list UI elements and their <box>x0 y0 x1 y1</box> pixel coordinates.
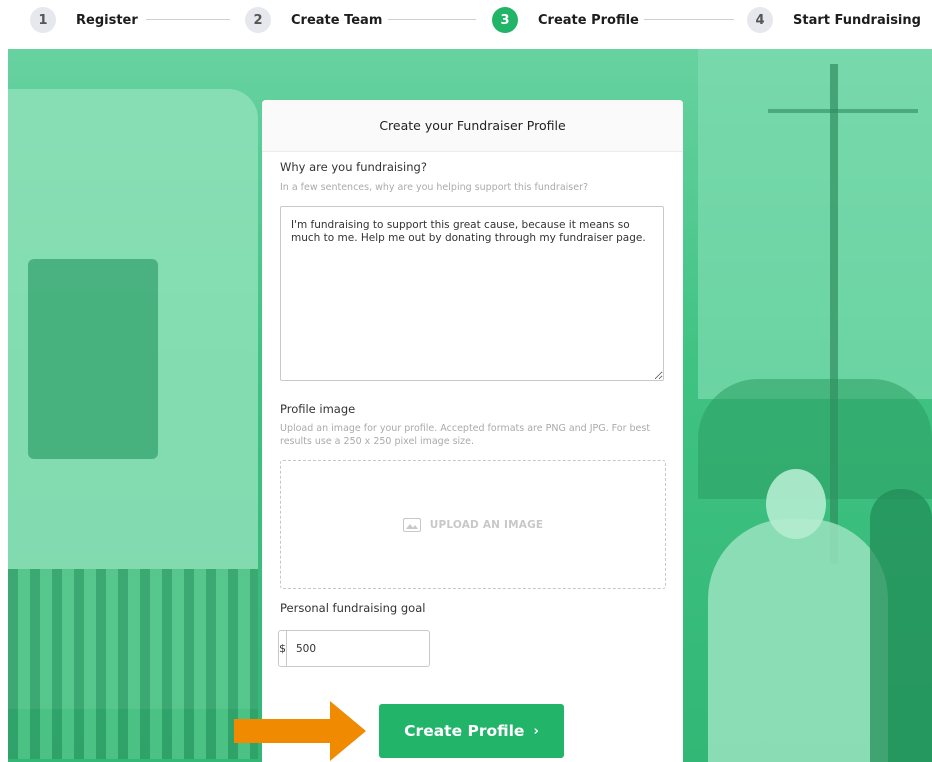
goal-input-group: $ <box>278 630 437 667</box>
background-pole <box>830 64 838 564</box>
step-number: 1 <box>30 7 56 33</box>
background-volunteer <box>708 519 888 762</box>
profile-form-card: Create your Fundraiser Profile Why are y… <box>262 100 683 762</box>
why-label: Why are you fundraising? <box>280 160 427 174</box>
image-icon <box>402 517 421 532</box>
goal-amount-input[interactable] <box>287 631 437 666</box>
goal-label: Personal fundraising goal <box>280 601 426 615</box>
chevron-right-icon: › <box>533 723 539 739</box>
profile-image-label: Profile image <box>280 402 356 416</box>
step-label: Create Team <box>291 12 383 28</box>
step-create-team: 2 Create Team <box>245 7 382 33</box>
form-title: Create your Fundraiser Profile <box>379 118 566 133</box>
background-sky <box>698 49 932 399</box>
step-label: Register <box>76 12 138 28</box>
why-textarea[interactable]: I'm fundraising to support this great ca… <box>280 206 664 381</box>
step-number: 3 <box>492 7 518 33</box>
background-volunteer-head <box>766 469 826 539</box>
step-register: 1 Register <box>30 7 138 33</box>
create-profile-label: Create Profile <box>404 722 525 740</box>
step-connector <box>388 19 476 20</box>
step-number: 2 <box>245 7 271 33</box>
step-label: Start Fundraising <box>793 12 921 28</box>
profile-image-hint: Upload an image for your profile. Accept… <box>280 423 651 447</box>
why-hint: In a few sentences, why are you helping … <box>280 182 589 193</box>
background-crates <box>8 569 258 759</box>
image-upload-dropzone[interactable]: UPLOAD AN IMAGE <box>280 460 666 589</box>
step-connector <box>146 19 230 20</box>
background-volunteer-2 <box>870 489 932 762</box>
step-start-fundraising: 4 Start Fundraising <box>747 7 921 33</box>
upload-label: UPLOAD AN IMAGE <box>429 518 544 531</box>
card-header: Create your Fundraiser Profile <box>262 100 683 152</box>
background-truck-window <box>28 259 158 459</box>
step-label: Create Profile <box>538 12 639 28</box>
progress-stepper: 1 Register 2 Create Team 3 Create Profil… <box>0 0 932 44</box>
step-create-profile: 3 Create Profile <box>492 7 639 33</box>
background-pole-bar <box>768 109 918 113</box>
currency-prefix: $ <box>279 631 287 666</box>
step-number: 4 <box>747 7 773 33</box>
arrow-right-icon <box>234 701 366 761</box>
create-profile-button[interactable]: Create Profile › <box>379 704 564 758</box>
step-connector <box>644 19 734 20</box>
upload-content: UPLOAD AN IMAGE <box>402 517 544 532</box>
